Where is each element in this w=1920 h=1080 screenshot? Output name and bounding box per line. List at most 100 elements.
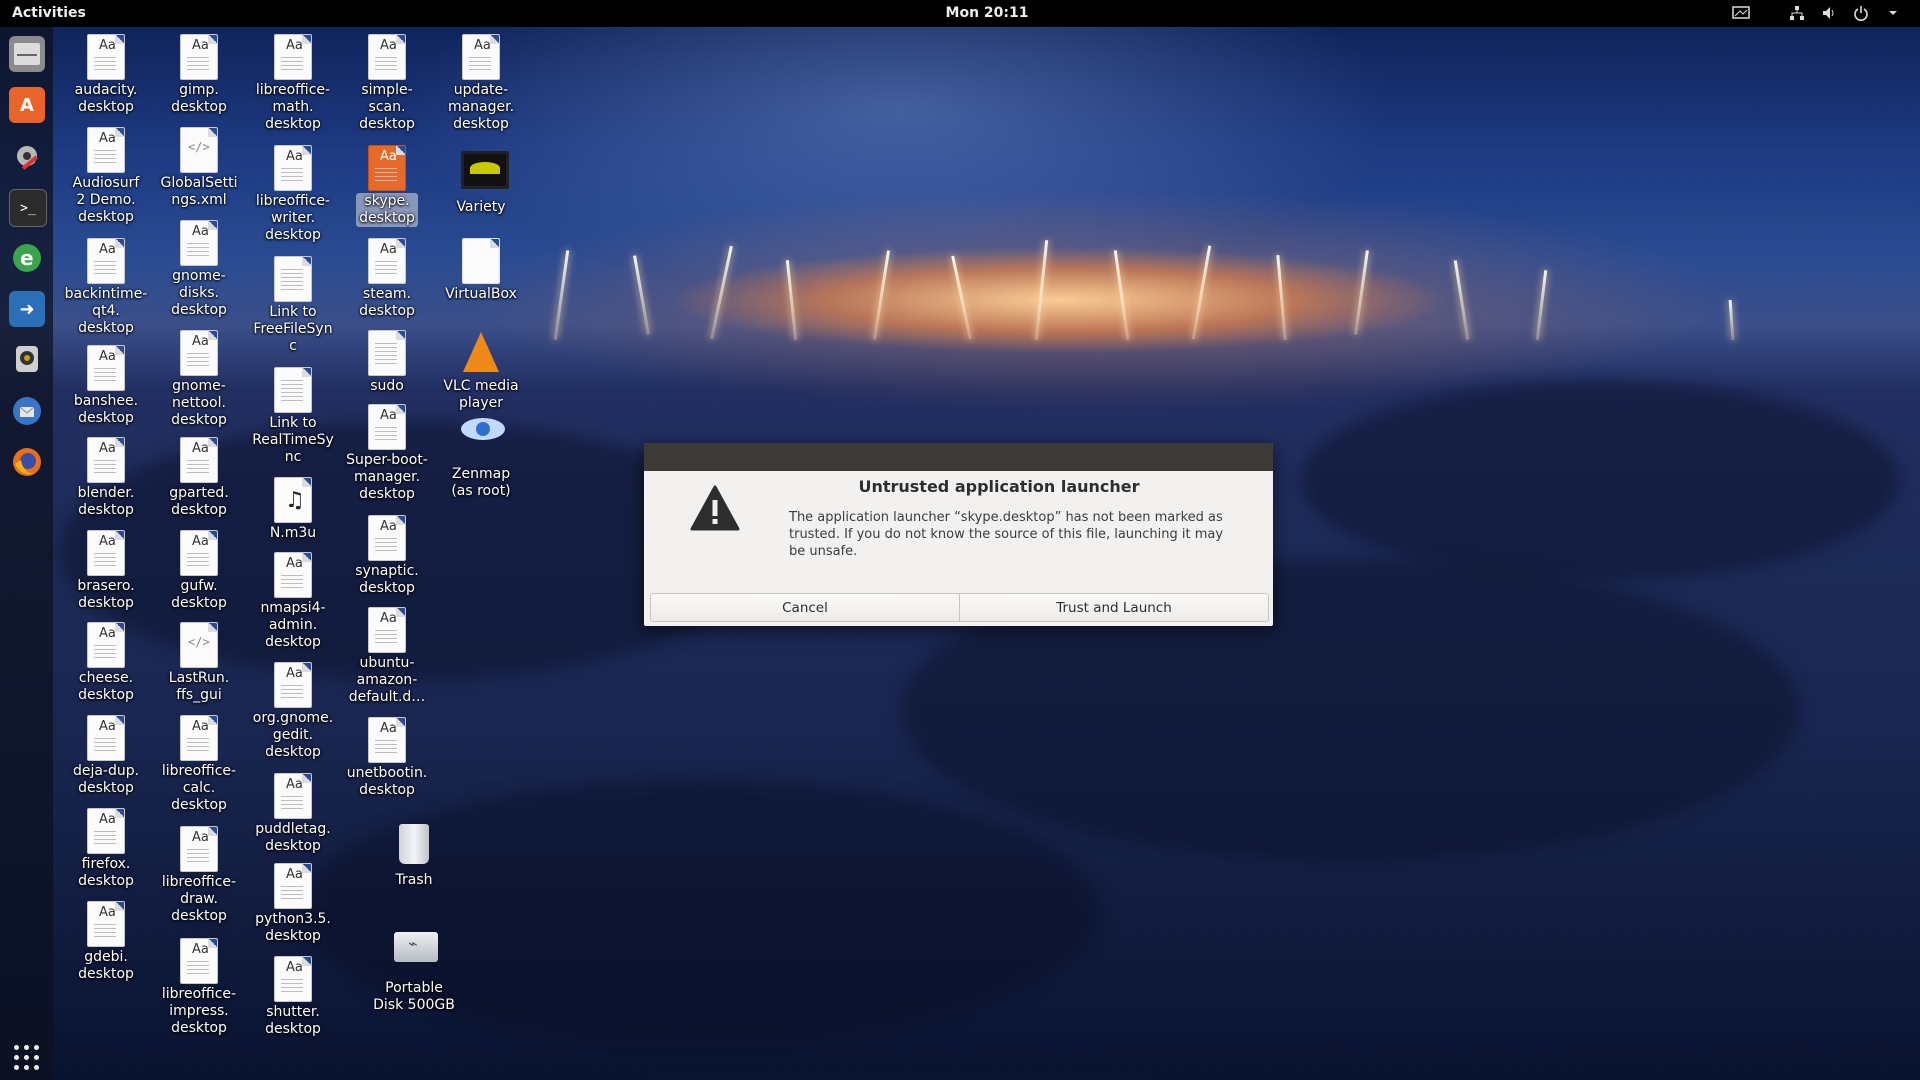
launcher-file-icon: Aa — [86, 345, 126, 391]
launcher-file-icon: Aa — [273, 863, 313, 909]
desktop-icon-label: puddletag. desktop — [255, 821, 331, 854]
webcam-icon[interactable] — [9, 342, 45, 378]
desktop-icon-label: brasero. desktop — [77, 578, 135, 611]
desktop-icon[interactable]: </> LastRun. ffs_gui — [154, 622, 244, 704]
desktop-icon[interactable]: ♫ N.m3u — [248, 477, 338, 542]
remote-desktop-icon[interactable]: ➜ — [9, 291, 45, 327]
desktop-icon[interactable]: Aa gdebi. desktop — [61, 901, 151, 983]
vlc-icon — [461, 330, 501, 376]
desktop-icon-label: cheese. desktop — [78, 670, 134, 703]
desktop-icon[interactable]: sudo — [342, 330, 432, 395]
power-icon[interactable] — [1852, 4, 1870, 22]
desktop-icon[interactable]: Zenmap (as root) — [436, 404, 526, 500]
desktop-icon[interactable]: Aa libreoffice- writer. desktop — [248, 145, 338, 244]
desktop-icon[interactable]: Aa gparted. desktop — [154, 437, 244, 519]
desktop-icon-label: Portable Disk 500GB — [373, 980, 455, 1013]
desktop-icon[interactable]: Aa ubuntu- amazon- default.d… — [342, 607, 432, 706]
software-center-icon[interactable]: A — [9, 87, 45, 123]
desktop-icon[interactable]: Aa audacity. desktop — [61, 34, 151, 116]
launcher-file-icon: Aa — [179, 826, 219, 872]
desktop-icon[interactable]: Link to FreeFileSyn c — [248, 256, 338, 355]
desktop-icon[interactable]: Portable Disk 500GB — [369, 922, 459, 1014]
desktop-icon[interactable]: Aa shutter. desktop — [248, 956, 338, 1038]
desktop-icon[interactable]: Aa python3.5. desktop — [248, 863, 338, 945]
desktop-icon[interactable]: </> GlobalSetti ngs.xml — [154, 127, 244, 209]
launcher-file-icon: Aa — [367, 717, 407, 763]
desktop-icon-label: Trash — [395, 872, 433, 888]
desktop-icon[interactable]: Aa gnome- nettool. desktop — [154, 330, 244, 429]
show-applications-icon[interactable] — [14, 1045, 40, 1071]
desktop-icon[interactable]: Aa gimp. desktop — [154, 34, 244, 116]
desktop-icon-label: blender. desktop — [77, 485, 135, 518]
clock[interactable]: Mon 20:11 — [0, 5, 1920, 21]
desktop-icon[interactable]: Aa libreoffice- calc. desktop — [154, 715, 244, 814]
desktop-icon-label: ubuntu- amazon- default.d… — [348, 655, 426, 705]
desktop-icon[interactable]: Aa gnome- disks. desktop — [154, 220, 244, 319]
desktop-icon[interactable]: Aa firefox. desktop — [61, 808, 151, 890]
desktop-icon[interactable]: Aa unetbootin. desktop — [342, 717, 432, 799]
desktop-icon[interactable]: Aa brasero. desktop — [61, 530, 151, 612]
desktop-icon-label: backintime- qt4. desktop — [64, 286, 148, 336]
desktop-icon[interactable]: Aa update- manager. desktop — [436, 34, 526, 133]
desktop-icon[interactable]: Aa skype. desktop — [342, 145, 432, 227]
svg-text:e: e — [20, 246, 34, 270]
desktop-icon[interactable]: Aa cheese. desktop — [61, 622, 151, 704]
zenmap-eye-icon — [461, 418, 505, 464]
desktop-icon[interactable]: Aa Super-boot- manager. desktop — [342, 404, 432, 503]
desktop-icon[interactable]: Trash — [369, 822, 459, 889]
desktop-icon[interactable]: Variety — [436, 145, 526, 216]
desktop-icon-label: banshee. desktop — [73, 393, 139, 426]
desktop-icon[interactable]: Aa puddletag. desktop — [248, 773, 338, 855]
trust-and-launch-button[interactable]: Trust and Launch — [959, 594, 1268, 621]
terminal-icon[interactable]: >_ — [9, 189, 47, 227]
cancel-button[interactable]: Cancel — [651, 594, 959, 621]
desktop-icon-label: libreoffice- impress. desktop — [161, 986, 237, 1036]
text-file-icon — [273, 256, 313, 302]
system-tray — [1732, 4, 1902, 22]
system-settings-icon[interactable] — [9, 138, 45, 174]
text-file-icon — [367, 330, 407, 376]
launcher-file-icon: Aa — [273, 552, 313, 598]
desktop-icon[interactable]: Aa steam. desktop — [342, 238, 432, 320]
dialog-message: The application launcher “skype.desktop”… — [789, 510, 1224, 559]
desktop-icon-label: Super-boot- manager. desktop — [346, 452, 428, 502]
text-file-icon — [273, 367, 313, 413]
chevron-down-icon[interactable] — [1884, 4, 1902, 22]
desktop-icon[interactable]: Aa libreoffice- impress. desktop — [154, 938, 244, 1037]
files-icon[interactable] — [9, 36, 45, 72]
desktop-icon[interactable]: Aa gufw. desktop — [154, 530, 244, 612]
desktop-icon[interactable]: Aa banshee. desktop — [61, 345, 151, 427]
desktop-icon[interactable]: Aa deja-dup. desktop — [61, 715, 151, 797]
desktop-icon[interactable]: Aa simple- scan. desktop — [342, 34, 432, 133]
desktop-icon[interactable]: Link to RealTimeSy nc — [248, 367, 338, 466]
launcher-file-icon: Aa — [367, 34, 407, 80]
volume-icon[interactable] — [1820, 4, 1838, 22]
desktop-icon-label: gnome- nettool. desktop — [171, 378, 227, 428]
browser-e-icon[interactable]: e — [9, 240, 45, 276]
music-file-icon: ♫ — [273, 477, 313, 523]
desktop-icon[interactable]: VirtualBox — [436, 238, 526, 303]
screen-icon[interactable] — [1732, 4, 1750, 22]
desktop-icon[interactable]: Aa Audiosurf 2 Demo. desktop — [61, 127, 151, 226]
firefox-icon[interactable] — [9, 444, 45, 480]
desktop-icon-label: gufw. desktop — [171, 578, 227, 611]
dialog-titlebar[interactable] — [644, 443, 1273, 471]
desktop-icon[interactable]: Aa libreoffice- draw. desktop — [154, 826, 244, 925]
network-icon[interactable] — [1788, 4, 1806, 22]
variety-icon — [461, 151, 509, 197]
launcher-file-icon: Aa — [367, 404, 407, 450]
launcher-file-icon: Aa — [86, 437, 126, 483]
desktop-icon-label: libreoffice- writer. desktop — [255, 193, 331, 243]
desktop-icon[interactable]: Aa synaptic. desktop — [342, 515, 432, 597]
desktop-icon[interactable]: Aa backintime- qt4. desktop — [61, 238, 151, 337]
desktop-icon[interactable]: VLC media player — [436, 330, 526, 412]
desktop-icon[interactable]: Aa org.gnome. gedit. desktop — [248, 662, 338, 761]
desktop-icon-label: nmapsi4- admin. desktop — [260, 600, 326, 650]
desktop-icon[interactable]: Aa nmapsi4- admin. desktop — [248, 552, 338, 651]
launcher-file-icon: Aa — [179, 530, 219, 576]
desktop-icon-label: skype. desktop — [356, 193, 418, 227]
thunderbird-icon[interactable] — [9, 393, 45, 429]
desktop-icon[interactable]: Aa blender. desktop — [61, 437, 151, 519]
desktop-icon[interactable]: Aa libreoffice- math. desktop — [248, 34, 338, 133]
desktop-icon-label: libreoffice- calc. desktop — [161, 763, 237, 813]
